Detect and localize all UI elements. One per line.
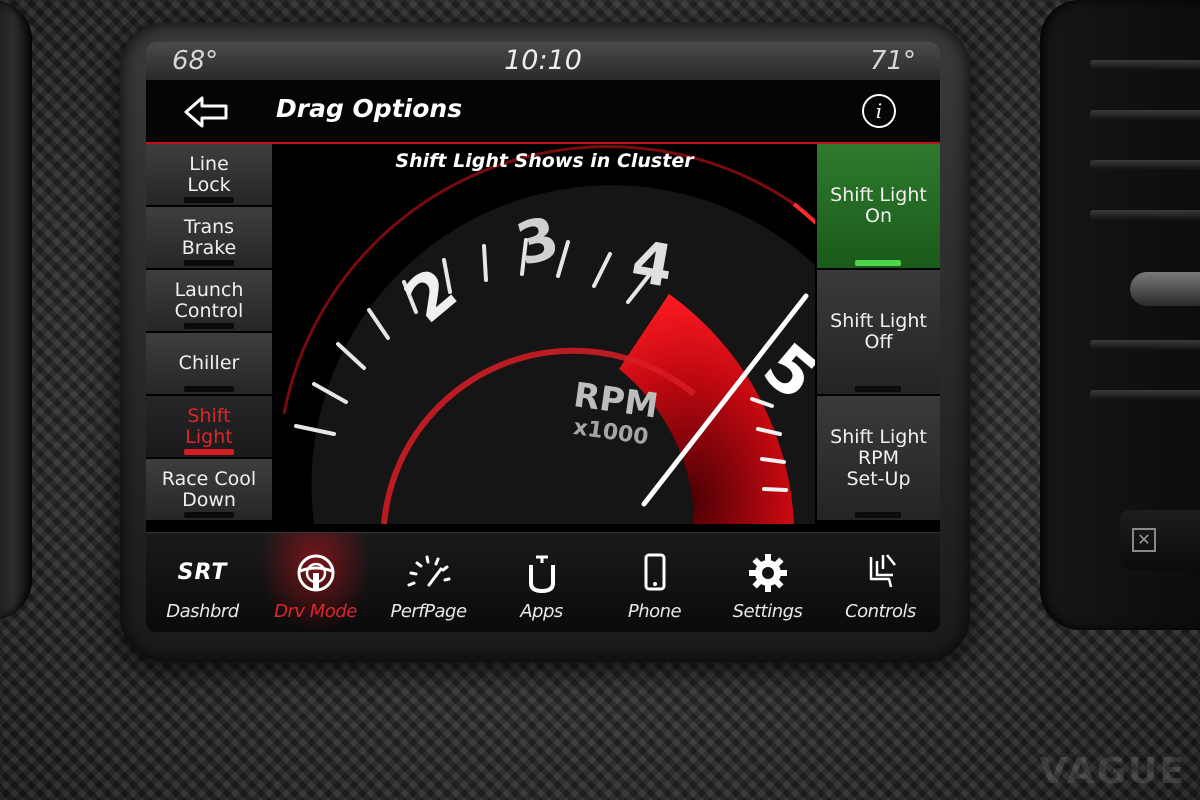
left-menu-item-label: Race Cool Down (161, 467, 257, 511)
nav-label: Settings (732, 601, 803, 622)
nav-phone-button[interactable]: Phone (598, 533, 711, 632)
left-menu-item[interactable]: Line Lock (146, 144, 272, 205)
vent-slat (1090, 390, 1200, 400)
left-menu-item[interactable]: Race Cool Down (146, 459, 272, 520)
preview-panel: Shift Light Shows in Cluster 2 3 4 5 6 R… (274, 144, 815, 524)
nav-label: Drv Mode (274, 601, 357, 622)
status-bar: 68° 10:10 71° (146, 42, 940, 80)
left-menu-item[interactable]: Launch Control (146, 270, 272, 331)
nav-drv-mode-button[interactable]: Drv Mode (259, 533, 372, 632)
left-menu-item-label: Shift Light (185, 404, 233, 448)
vent-slat (1090, 60, 1200, 70)
title-bar: Drag Options i (146, 80, 940, 144)
preview-caption: Shift Light Shows in Cluster (395, 150, 694, 172)
nav-controls-button[interactable]: Controls (824, 533, 937, 632)
page-title: Drag Options (276, 94, 463, 123)
gear-icon (711, 551, 824, 595)
selection-indicator (184, 260, 234, 266)
passenger-temperature[interactable]: 71° (870, 46, 916, 76)
shift-light-option-button[interactable]: Shift Light RPM Set-Up (817, 396, 940, 520)
selection-indicator (855, 260, 901, 266)
option-label: Shift Light Off (830, 310, 927, 353)
gauge-icon (372, 551, 485, 595)
left-menu-item-label: Trans Brake (181, 215, 237, 259)
nav-label: PerfPage (390, 601, 467, 622)
vent-slat (1090, 110, 1200, 120)
steering-wheel-icon (259, 551, 372, 595)
info-button[interactable]: i (862, 94, 896, 128)
left-menu-item-label: Chiller (178, 352, 240, 374)
nav-label: Dashbrd (166, 601, 239, 622)
shift-light-option-button[interactable]: Shift Light Off (817, 270, 940, 394)
selection-indicator (855, 386, 901, 392)
selection-indicator (184, 386, 234, 392)
apps-icon (485, 551, 598, 595)
selection-indicator (184, 197, 234, 203)
nav-perfpage-button[interactable]: PerfPage (372, 533, 485, 632)
srt-logo-text: SRT (177, 560, 228, 585)
left-menu-item[interactable]: Chiller (146, 333, 272, 394)
selection-indicator (184, 512, 234, 518)
nav-apps-button[interactable]: Apps (485, 533, 598, 632)
bottom-nav-bar: SRT Dashbrd Drv Mode PerfPage Apps Phone Setti… (146, 532, 940, 632)
option-label: Shift Light RPM Set-Up (830, 425, 927, 490)
seat-icon (824, 551, 937, 595)
vent-slat (1090, 160, 1200, 170)
vent-dial[interactable]: ✕ (1120, 510, 1200, 570)
srt-logo-icon: SRT (146, 551, 259, 595)
watermark: VAGUE (1039, 751, 1186, 792)
vent-close-icon: ✕ (1132, 528, 1156, 552)
nav-dashbrd-button[interactable]: SRT Dashbrd (146, 533, 259, 632)
clock: 10:10 (504, 45, 582, 76)
infotainment-screen: 68° 10:10 71° Drag Options i Line Lock Tr… (146, 42, 940, 632)
nav-settings-button[interactable]: Settings (711, 533, 824, 632)
left-menu-item[interactable]: Shift Light (146, 396, 272, 457)
shift-light-option-button[interactable]: Shift Light On (817, 144, 940, 268)
left-menu-item[interactable]: Trans Brake (146, 207, 272, 268)
nav-label: Phone (627, 601, 682, 622)
back-button[interactable] (182, 92, 232, 132)
left-air-vent (0, 0, 32, 620)
left-menu-item-label: Line Lock (187, 152, 231, 196)
left-menu-item-label: Launch Control (174, 278, 244, 322)
vent-knob[interactable] (1130, 272, 1200, 306)
vent-slat (1090, 340, 1200, 350)
selection-indicator (855, 512, 901, 518)
option-label: Shift Light On (830, 184, 927, 227)
selection-indicator (184, 449, 234, 455)
tachometer-illustration: 2 3 4 5 6 RPM x1000 (282, 145, 815, 524)
info-icon: i (875, 99, 883, 123)
nav-label: Controls (845, 601, 916, 622)
right-air-vent: ✕ (1040, 0, 1200, 630)
selection-indicator (184, 323, 234, 329)
nav-label: Apps (520, 601, 563, 622)
vent-slat (1090, 210, 1200, 220)
left-menu: Line Lock Trans Brake Launch Control Chille… (146, 144, 272, 524)
right-options-menu: Shift Light On Shift Light Off Shift Light… (817, 144, 940, 524)
back-arrow-icon (184, 96, 228, 128)
phone-icon (598, 551, 711, 595)
